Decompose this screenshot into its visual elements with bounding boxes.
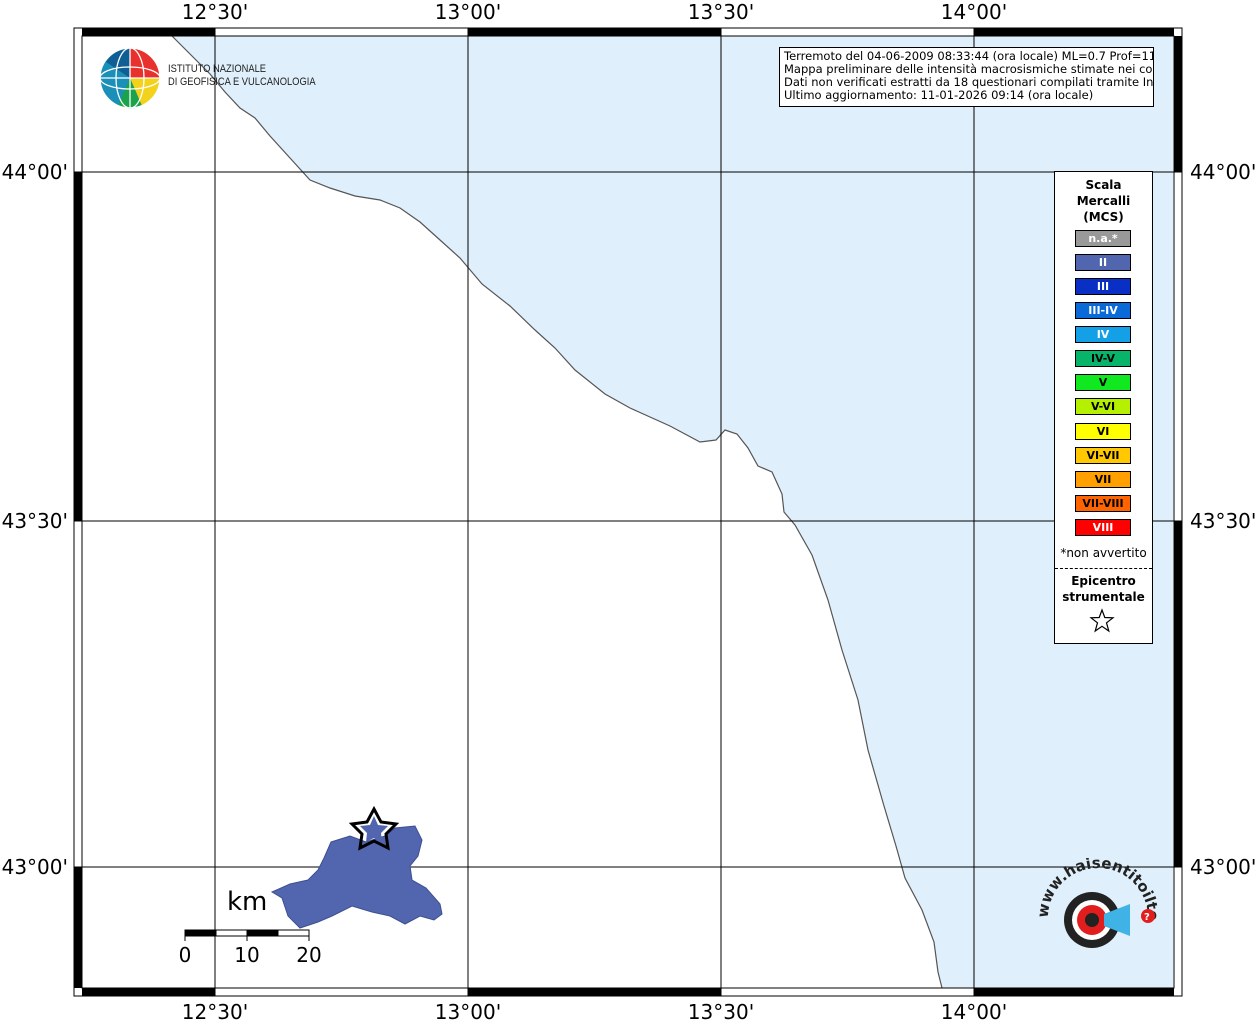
legend-swatch: V: [1075, 374, 1131, 391]
legend-swatch: II: [1075, 254, 1131, 271]
lat-label-right: 44°00': [1190, 160, 1256, 184]
lon-label-bottom: 13°30': [687, 1000, 755, 1024]
legend-swatch: IV: [1075, 326, 1131, 343]
mcs-legend: Scala Mercalli (MCS) n.a.* II III III-IV…: [1054, 171, 1153, 644]
legend-divider: [1055, 568, 1152, 569]
lon-label-top: 14°00': [940, 0, 1008, 24]
scale-label: 20: [296, 943, 322, 967]
legend-swatch: VII: [1075, 471, 1131, 488]
legend-title-line3: (MCS): [1083, 210, 1124, 224]
lat-label-right: 43°00': [1190, 855, 1256, 879]
lat-label-left: 44°00': [1, 160, 68, 184]
lon-label-top: 13°00': [434, 0, 502, 24]
scale-label: 0: [178, 943, 192, 967]
haisentito-logo: www.haisentitoilterremoto.it ?: [1030, 858, 1162, 948]
scale-bar-graphic: [184, 929, 310, 941]
legend-epicenter-line2: strumentale: [1062, 590, 1145, 604]
legend-swatch: IV-V: [1075, 350, 1131, 367]
legend-swatch: V-VI: [1075, 398, 1131, 415]
lon-label-bottom: 13°00': [434, 1000, 502, 1024]
institute-name: ISTITUTO NAZIONALE DI GEOFISICA E VULCAN…: [168, 63, 316, 89]
lon-label-top: 13°30': [687, 0, 755, 24]
ingv-globe-logo: [99, 47, 161, 109]
legend-swatch: n.a.*: [1075, 230, 1131, 247]
legend-title-line1: Scala: [1085, 178, 1122, 192]
institute-line1: ISTITUTO NAZIONALE: [168, 63, 267, 75]
legend-swatch: VIII: [1075, 519, 1131, 536]
legend-swatch: VI: [1075, 423, 1131, 440]
scale-label: 10: [234, 943, 260, 967]
lon-label-top: 12°30': [181, 0, 249, 24]
legend-epicenter-line1: Epicentro: [1071, 574, 1136, 588]
institute-line2: DI GEOFISICA E VULCANOLOGIA: [168, 76, 316, 88]
legend-title-line2: Mercalli: [1076, 194, 1131, 208]
lon-label-bottom: 14°00': [940, 1000, 1008, 1024]
lon-label-bottom: 12°30': [181, 1000, 249, 1024]
scale-unit: km: [227, 887, 268, 917]
legend-swatch: VII-VIII: [1075, 495, 1131, 512]
svg-text:?: ?: [1144, 912, 1150, 923]
lat-label-right: 43°30': [1190, 509, 1256, 533]
lat-label-left: 43°00': [1, 855, 68, 879]
legend-title: Scala Mercalli (MCS): [1055, 177, 1152, 225]
star-icon: [1089, 608, 1115, 633]
legend-swatch: VI-VII: [1075, 447, 1131, 464]
legend-swatch: III-IV: [1075, 302, 1131, 319]
legend-epicenter-label: Epicentro strumentale: [1055, 573, 1152, 605]
lat-label-left: 43°30': [1, 509, 68, 533]
legend-note: *non avvertito: [1060, 546, 1147, 560]
earthquake-info-box: Terremoto del 04-06-2009 08:33:44 (ora l…: [779, 47, 1154, 107]
legend-swatch: III: [1075, 278, 1131, 295]
info-line4: Ultimo aggiornamento: 11-01-2026 09:14 (…: [784, 88, 1094, 102]
